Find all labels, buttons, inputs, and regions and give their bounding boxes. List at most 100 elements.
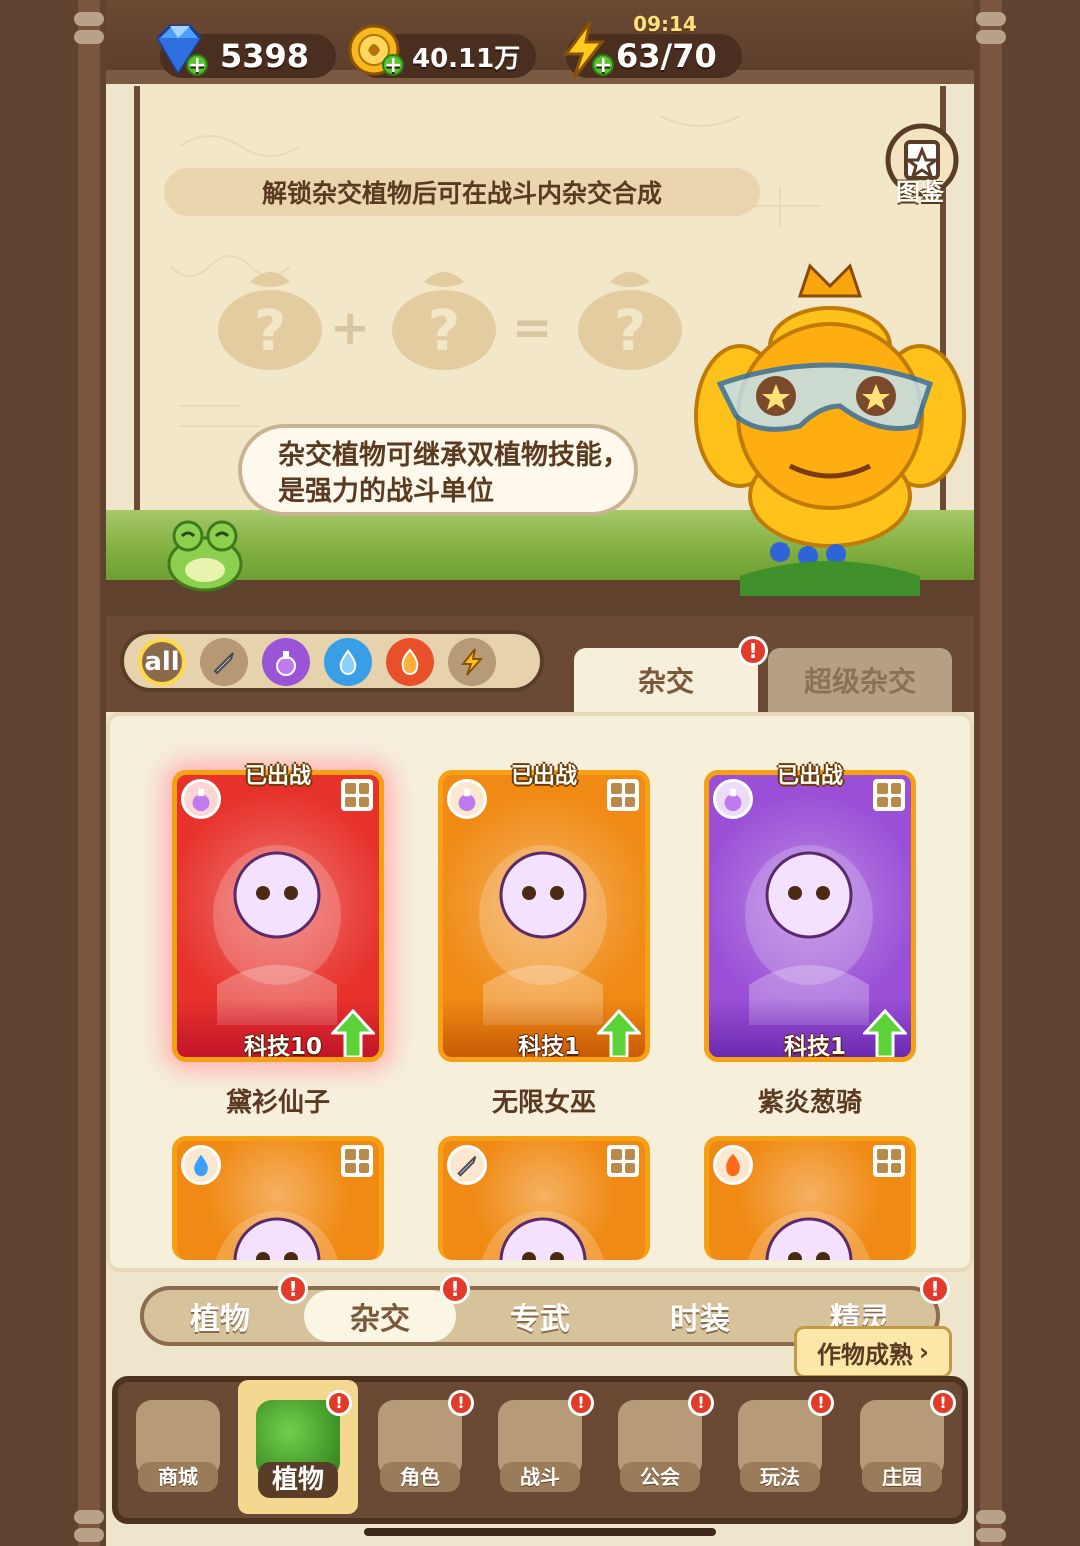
frog-mascot-icon bbox=[167, 520, 243, 592]
hybrid-hint: 解锁杂交植物后可在战斗内杂交合成 bbox=[164, 168, 760, 216]
plant-card[interactable]: 科技1 bbox=[438, 770, 650, 1062]
home-indicator bbox=[364, 1528, 716, 1536]
card-grid-icon[interactable] bbox=[873, 779, 905, 811]
rail-knob bbox=[976, 30, 1006, 44]
upgrade-arrow-icon[interactable] bbox=[331, 1009, 375, 1059]
plant-name: 无限女巫 bbox=[491, 1088, 596, 1118]
deployed-badge: 已出战 bbox=[510, 764, 577, 789]
plant-name: 黛衫仙子 bbox=[225, 1088, 330, 1118]
tab-hybrid-alert-badge: ! bbox=[738, 636, 768, 666]
alert-badge: ! bbox=[930, 1390, 956, 1416]
coins-counter[interactable]: + 40.11万 bbox=[348, 24, 536, 78]
svg-text:?: ? bbox=[254, 299, 286, 364]
nav-label: 战斗 bbox=[500, 1462, 580, 1492]
nav-manor[interactable]: 庄园! bbox=[842, 1380, 962, 1514]
nav-gameplay[interactable]: 玩法! bbox=[720, 1380, 840, 1514]
filter-water-drop-icon[interactable] bbox=[324, 638, 372, 686]
card-grid-icon[interactable] bbox=[607, 1145, 639, 1177]
plant-card[interactable] bbox=[438, 1136, 650, 1260]
sub-tab-weapons[interactable]: 专武 bbox=[464, 1290, 616, 1342]
plant-portrait bbox=[213, 845, 341, 1025]
sub-tab-hybrid[interactable]: 杂交 bbox=[304, 1290, 456, 1342]
rail-knob bbox=[976, 1510, 1006, 1524]
rail-knob bbox=[976, 12, 1006, 26]
mascot-speech-bubble: 杂交植物可继承双植物技能，是强力的战斗单位 bbox=[238, 424, 638, 516]
fire-icon bbox=[713, 1145, 753, 1185]
alert-badge: ! bbox=[278, 1274, 308, 1304]
gems-counter[interactable]: + 5398 bbox=[156, 24, 336, 78]
rail-knob bbox=[74, 1528, 104, 1542]
equals-sign: = bbox=[512, 300, 553, 356]
deployed-badge: 已出战 bbox=[776, 764, 843, 789]
deployed-badge: 已出战 bbox=[244, 764, 311, 789]
tech-level: 科技1 bbox=[783, 1034, 846, 1060]
nav-label: 植物 bbox=[258, 1462, 338, 1498]
filter-fire-icon[interactable] bbox=[386, 638, 434, 686]
water-drop-icon bbox=[181, 1145, 221, 1185]
nav-characters[interactable]: 角色! bbox=[360, 1380, 480, 1514]
card-grid-icon[interactable] bbox=[873, 1145, 905, 1177]
right-rail bbox=[980, 0, 1002, 1546]
plant-portrait bbox=[745, 845, 873, 1025]
add-gems-icon[interactable]: + bbox=[186, 54, 208, 77]
card-grid-icon[interactable] bbox=[607, 779, 639, 811]
codex-label[interactable]: 图鉴 bbox=[880, 172, 960, 207]
nav-label: 商城 bbox=[138, 1462, 218, 1492]
potion-icon bbox=[713, 779, 753, 819]
add-coins-icon[interactable]: + bbox=[382, 54, 404, 77]
upgrade-arrow-icon[interactable] bbox=[597, 1009, 641, 1059]
alert-badge: ! bbox=[568, 1390, 594, 1416]
nav-shop[interactable]: 商城 bbox=[118, 1380, 238, 1514]
svg-text:?: ? bbox=[428, 299, 460, 364]
mystery-plant-icon: ? bbox=[392, 272, 496, 370]
card-grid-icon[interactable] bbox=[341, 779, 373, 811]
upgrade-arrow-icon[interactable] bbox=[863, 1009, 907, 1059]
rail-knob bbox=[74, 30, 104, 44]
alert-badge: ! bbox=[688, 1390, 714, 1416]
nav-guild[interactable]: 公会! bbox=[600, 1380, 720, 1514]
tab-hybrid[interactable]: 杂交 bbox=[574, 648, 758, 712]
nav-label: 公会 bbox=[620, 1462, 700, 1492]
potion-icon bbox=[181, 779, 221, 819]
tech-level: 科技1 bbox=[517, 1034, 580, 1060]
mystery-plant-icon: ? bbox=[218, 272, 322, 370]
rail-knob bbox=[74, 1510, 104, 1524]
coins-value: 40.11万 bbox=[412, 43, 521, 74]
plant-card[interactable] bbox=[172, 1136, 384, 1260]
nav-label: 玩法 bbox=[740, 1462, 820, 1492]
chevron-right-icon: › bbox=[919, 1338, 929, 1366]
alert-badge: ! bbox=[920, 1274, 950, 1304]
nav-battle[interactable]: 战斗! bbox=[480, 1380, 600, 1514]
crops-ripe-label: 作物成熟 bbox=[817, 1340, 914, 1369]
plus-sign: + bbox=[330, 300, 371, 356]
gems-value: 5398 bbox=[220, 37, 310, 75]
plant-name: 紫炎葱骑 bbox=[757, 1088, 862, 1118]
nav-plants[interactable]: 植物! bbox=[238, 1380, 358, 1514]
sub-tab-costumes[interactable]: 时装 bbox=[624, 1290, 776, 1342]
alert-badge: ! bbox=[326, 1390, 352, 1416]
tab-super-hybrid[interactable]: 超级杂交 bbox=[768, 648, 952, 712]
filter-sword-icon[interactable] bbox=[200, 638, 248, 686]
sub-tab-plants[interactable]: 植物 bbox=[144, 1290, 296, 1342]
filter-all-button[interactable]: all bbox=[138, 638, 186, 686]
plant-card[interactable]: 科技10 bbox=[172, 770, 384, 1062]
filter-potion-icon[interactable] bbox=[262, 638, 310, 686]
alert-badge: ! bbox=[448, 1390, 474, 1416]
add-energy-icon[interactable]: + bbox=[592, 54, 614, 77]
filter-lightning-icon[interactable] bbox=[448, 638, 496, 686]
plant-card[interactable] bbox=[704, 1136, 916, 1260]
svg-text:?: ? bbox=[614, 299, 646, 364]
left-rail bbox=[78, 0, 100, 1546]
sunflower-queen-mascot bbox=[694, 263, 966, 596]
tech-level: 科技10 bbox=[243, 1034, 322, 1060]
card-grid-icon[interactable] bbox=[341, 1145, 373, 1177]
energy-counter[interactable]: + 63/70 bbox=[563, 21, 742, 79]
plant-card[interactable]: 科技1 bbox=[704, 770, 916, 1062]
crops-ripe-button[interactable]: 作物成熟 › bbox=[794, 1326, 952, 1378]
plant-portrait bbox=[479, 845, 607, 1025]
potion-icon bbox=[447, 779, 487, 819]
rail-knob bbox=[74, 12, 104, 26]
energy-value: 63/70 bbox=[616, 37, 717, 75]
clock: 09:14 bbox=[633, 12, 697, 36]
nav-label: 角色 bbox=[380, 1462, 460, 1492]
